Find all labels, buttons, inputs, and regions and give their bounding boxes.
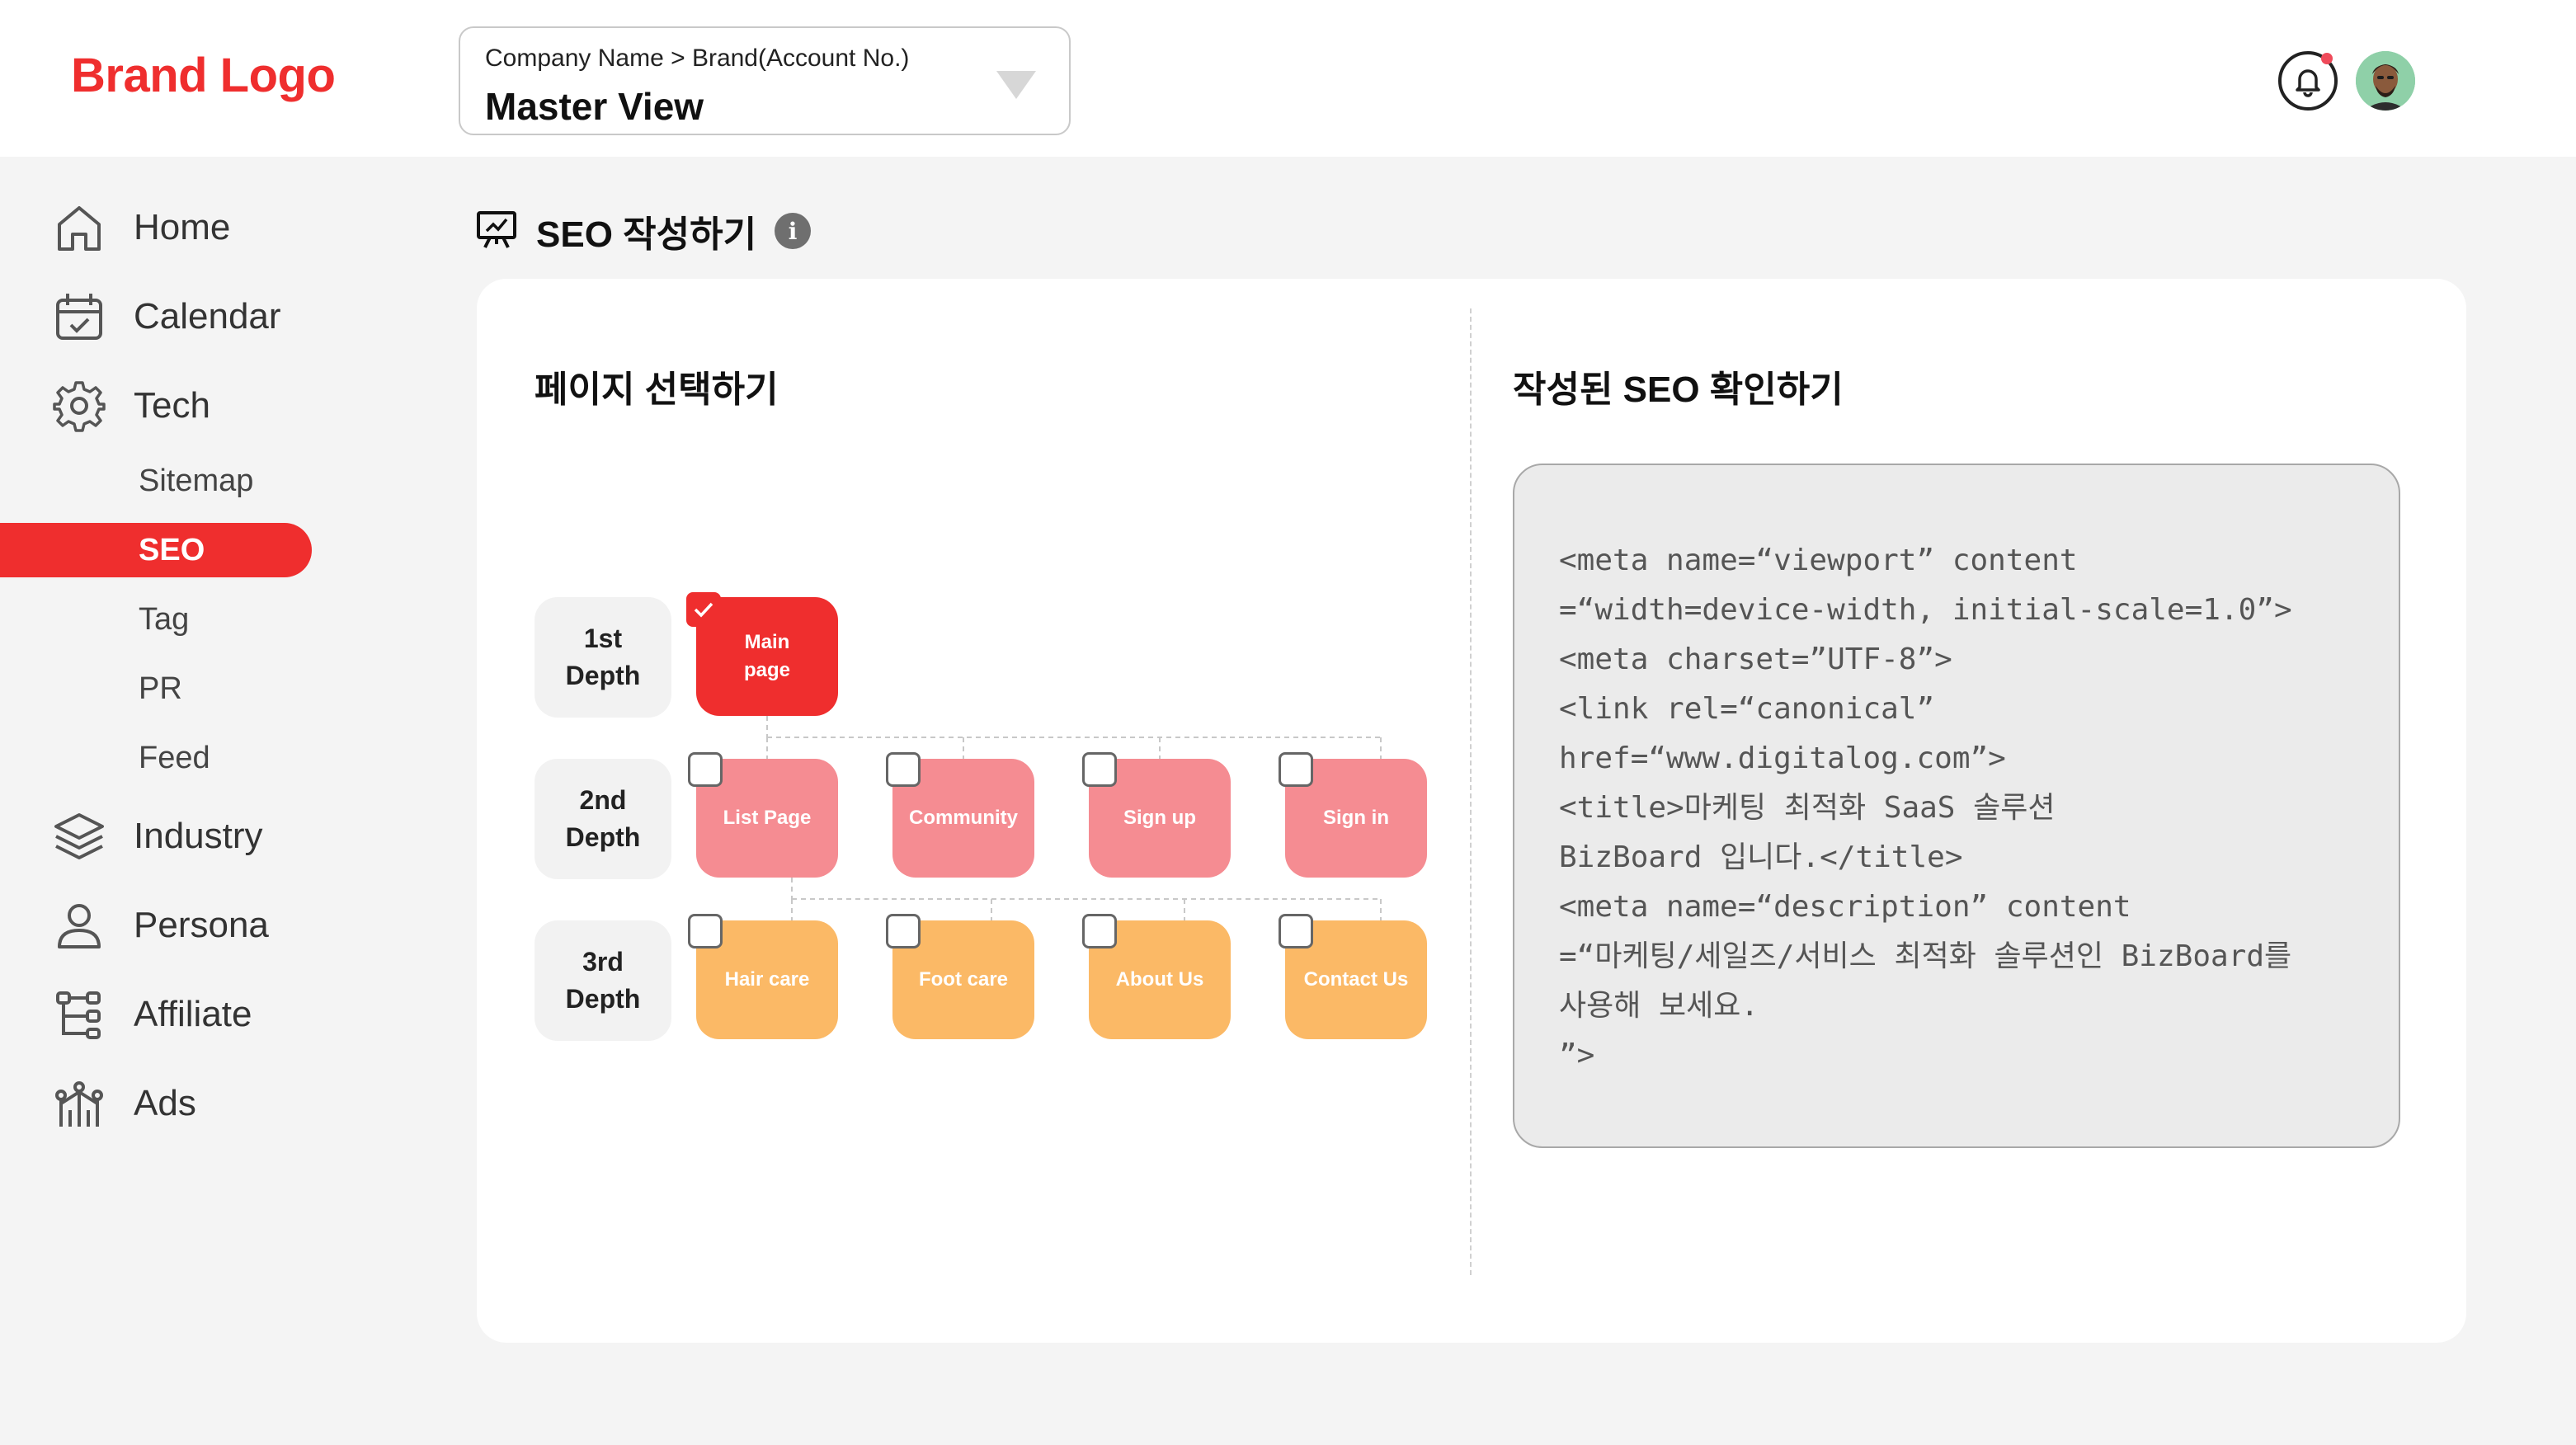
sidebar-item-tech[interactable]: Tech xyxy=(49,373,210,439)
checkbox-hair-care[interactable] xyxy=(688,914,723,948)
seo-preview-title: 작성된 SEO 확인하기 xyxy=(1513,369,1844,410)
code-line: ”> xyxy=(1559,1038,1595,1072)
checkbox-main-page[interactable] xyxy=(686,592,721,627)
page-title: SEO 작성하기 xyxy=(536,214,757,255)
checkbox-sign-up[interactable] xyxy=(1082,752,1117,787)
sidebar-item-label: Calendar xyxy=(134,296,281,337)
checkbox-foot-care[interactable] xyxy=(886,914,921,948)
seo-code-preview[interactable]: <meta name=“viewport” content =“width=dev… xyxy=(1513,464,2400,1148)
seo-code-text: <meta name=“viewport” content =“width=dev… xyxy=(1559,536,2376,1080)
presentation-icon xyxy=(475,208,518,255)
sidebar-item-label: Home xyxy=(134,207,231,247)
account-selector[interactable]: Company Name > Brand(Account No.) Master… xyxy=(459,26,1071,135)
sidebar-item-label: Affiliate xyxy=(134,994,252,1034)
top-header: Brand Logo Company Name > Brand(Account … xyxy=(0,0,2576,157)
sidebar-item-label: Ads xyxy=(134,1083,196,1123)
gear-icon xyxy=(49,376,109,435)
person-icon xyxy=(49,896,109,955)
notification-dot xyxy=(2321,53,2333,64)
depth-label-3: 3rd Depth xyxy=(535,920,671,1041)
code-line: <meta charset=”UTF-8”> xyxy=(1559,642,1952,676)
panel-divider xyxy=(1470,308,1472,1275)
code-line: <meta name=“description” content xyxy=(1559,890,2131,924)
code-line: BizBoard 입니다.</title> xyxy=(1559,840,1963,874)
account-view: Master View xyxy=(485,85,704,128)
sidebar-subitem-label: SEO xyxy=(139,533,205,567)
code-line: href=“www.digitalog.com”> xyxy=(1559,741,2006,775)
page-header: SEO 작성하기 i xyxy=(475,206,812,256)
sidebar-item-industry[interactable]: Industry xyxy=(49,803,263,869)
sidebar-subitem-sitemap[interactable]: Sitemap xyxy=(139,464,253,499)
home-icon xyxy=(49,198,109,257)
checkbox-sign-in[interactable] xyxy=(1279,752,1313,787)
sidebar-item-home[interactable]: Home xyxy=(49,195,230,261)
sidebar-item-persona[interactable]: Persona xyxy=(49,892,269,958)
sidebar-item-affiliate[interactable]: Affiliate xyxy=(49,981,252,1047)
checkbox-list-page[interactable] xyxy=(688,752,723,787)
code-line: <meta name=“viewport” content xyxy=(1559,544,2078,577)
checkbox-contact-us[interactable] xyxy=(1279,914,1313,948)
antenna-icon xyxy=(49,1074,109,1133)
user-avatar-icon xyxy=(2356,51,2415,111)
checkbox-community[interactable] xyxy=(886,752,921,787)
layers-icon xyxy=(49,807,109,866)
info-icon[interactable]: i xyxy=(775,213,812,249)
code-line: 사용해 보세요. xyxy=(1559,989,1759,1023)
hierarchy-icon xyxy=(49,985,109,1044)
chevron-down-icon xyxy=(996,71,1036,99)
avatar[interactable] xyxy=(2356,51,2415,111)
depth-label-1: 1st Depth xyxy=(535,597,671,718)
sidebar-item-label: Tech xyxy=(134,385,210,426)
sidebar-subitem-pr[interactable]: PR xyxy=(139,671,182,707)
notification-button[interactable] xyxy=(2278,51,2338,111)
sidebar-item-label: Persona xyxy=(134,905,269,945)
page-select-title: 페이지 선택하기 xyxy=(535,369,779,410)
code-line: =“마케팅/세일즈/서비스 최적화 솔루션인 BizBoard를 xyxy=(1559,939,2292,973)
sidebar-subitem-seo[interactable]: SEO xyxy=(0,523,312,577)
code-line: =“width=device-width, initial-scale=1.0”… xyxy=(1559,593,2292,627)
sidebar-item-label: Industry xyxy=(134,816,263,856)
sidebar-subitem-tag[interactable]: Tag xyxy=(139,602,189,638)
sidebar-item-calendar[interactable]: Calendar xyxy=(49,284,281,350)
sidebar-subitem-feed[interactable]: Feed xyxy=(139,741,210,776)
depth-label-2: 2nd Depth xyxy=(535,759,671,879)
check-icon xyxy=(694,602,713,618)
code-line: <title>마케팅 최적화 SaaS 솔루션 xyxy=(1559,791,2056,825)
sidebar-item-ads[interactable]: Ads xyxy=(49,1071,196,1137)
brand-logo[interactable]: Brand Logo xyxy=(71,48,336,103)
code-line: <link rel=“canonical” xyxy=(1559,692,1935,726)
account-path: Company Name > Brand(Account No.) xyxy=(485,45,910,72)
checkbox-about-us[interactable] xyxy=(1082,914,1117,948)
calendar-icon xyxy=(49,287,109,346)
